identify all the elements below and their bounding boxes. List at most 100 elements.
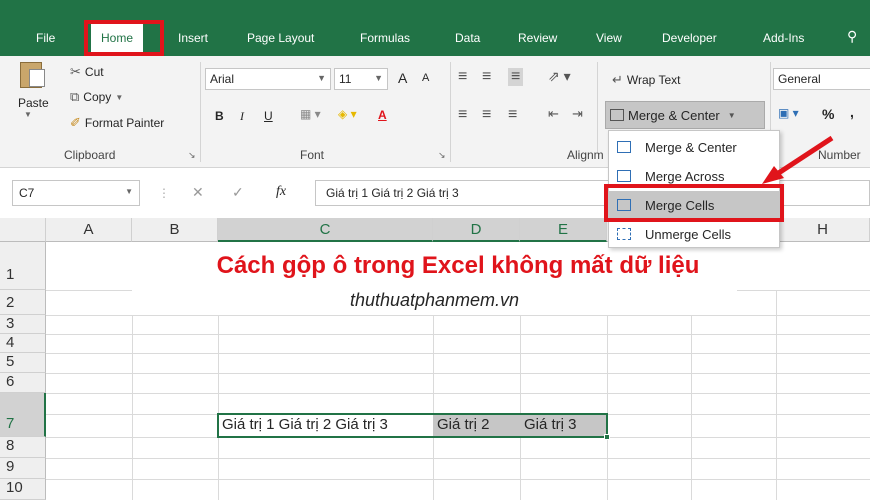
name-box[interactable]: C7 ▼ <box>12 180 140 206</box>
row-header[interactable]: 7 <box>0 393 46 437</box>
gridline <box>46 334 870 335</box>
menu-item-label: Merge & Center <box>645 139 737 155</box>
alignment-group-label: Alignm <box>567 148 604 162</box>
grow-font-button[interactable]: A <box>398 70 407 86</box>
select-all-corner[interactable] <box>0 218 46 242</box>
insert-function-icon[interactable]: fx <box>276 184 286 200</box>
home-tab-highlight-box <box>84 20 164 56</box>
comma-button[interactable]: , <box>850 104 854 120</box>
row-header[interactable]: 3 <box>0 315 46 334</box>
tab-view[interactable]: View <box>596 31 622 45</box>
format-painter-button[interactable]: ✐ Format Painter <box>70 115 164 131</box>
tab-formulas[interactable]: Formulas <box>360 31 410 45</box>
lightbulb-icon[interactable]: ⚲ <box>847 28 857 45</box>
tab-review[interactable]: Review <box>518 31 557 45</box>
decrease-indent-icon[interactable]: ⇤ <box>548 106 559 122</box>
merge-center-button[interactable]: Merge & Center ▼ <box>605 101 765 129</box>
formula-value: Giá trị 1 Giá trị 2 Giá trị 3 <box>326 186 459 200</box>
row-header[interactable]: 9 <box>0 458 46 479</box>
column-header[interactable]: A <box>46 218 132 242</box>
group-separator <box>597 62 598 152</box>
align-center-icon[interactable]: ≡ <box>482 106 491 124</box>
annotation-arrow-icon <box>762 135 834 184</box>
column-header[interactable]: E <box>520 218 607 242</box>
tab-page-layout[interactable]: Page Layout <box>247 31 314 45</box>
clipboard-icon <box>20 62 45 88</box>
column-header[interactable]: H <box>776 218 870 242</box>
gridline <box>46 373 870 374</box>
number-format-value: General <box>778 72 821 86</box>
wrap-text-icon: ↵ <box>612 72 623 87</box>
underline-button[interactable]: U <box>264 109 273 123</box>
gridline <box>46 479 870 480</box>
tab-data[interactable]: Data <box>455 31 480 45</box>
spreadsheet-grid: A B C D E F G H 1 2 3 4 5 6 7 8 9 10 Các… <box>0 218 870 500</box>
font-color-button[interactable]: A <box>378 108 387 122</box>
group-separator <box>200 62 201 162</box>
align-left-icon[interactable]: ≡ <box>458 106 467 124</box>
gridline <box>46 458 870 459</box>
increase-indent-icon[interactable]: ⇥ <box>572 106 583 122</box>
bold-button[interactable]: B <box>215 109 224 123</box>
tab-developer[interactable]: Developer <box>662 31 717 45</box>
column-header[interactable]: B <box>132 218 218 242</box>
paste-button[interactable]: Paste ▼ <box>18 62 49 119</box>
wrap-text-button[interactable]: ↵ Wrap Text <box>612 72 680 88</box>
align-right-icon[interactable]: ≡ <box>508 106 517 124</box>
enter-icon[interactable]: ✓ <box>232 184 244 201</box>
row-header[interactable]: 8 <box>0 437 46 458</box>
scissors-icon: ✂ <box>70 64 81 79</box>
row-header[interactable]: 10 <box>0 479 46 500</box>
merge-center-icon <box>610 109 624 121</box>
font-size-dropdown[interactable]: 11 ▼ <box>334 68 388 90</box>
chevron-down-icon: ▼ <box>374 73 383 83</box>
dialog-launcher-icon[interactable]: ↘ <box>438 150 446 161</box>
brush-icon: ✐ <box>70 115 81 130</box>
gridline <box>46 315 870 316</box>
menu-item-merge-center[interactable]: Merge & Center <box>609 133 779 161</box>
tab-insert[interactable]: Insert <box>178 31 208 45</box>
align-top-icon[interactable]: ≡ <box>458 68 467 86</box>
tab-add-ins[interactable]: Add-Ins <box>763 31 804 45</box>
font-name-dropdown[interactable]: Arial ▼ <box>205 68 331 90</box>
tab-file[interactable]: File <box>36 31 55 45</box>
cut-button[interactable]: ✂ Cut <box>70 64 104 80</box>
orientation-icon[interactable]: ⇗ ▾ <box>548 68 571 85</box>
menu-item-unmerge-cells[interactable]: Unmerge Cells <box>609 220 779 248</box>
borders-icon[interactable]: ▦ ▾ <box>300 107 321 121</box>
accounting-format-icon[interactable]: ▣ ▾ <box>778 106 799 120</box>
italic-button[interactable]: I <box>240 109 244 124</box>
group-separator <box>450 62 451 162</box>
font-name-value: Arial <box>210 72 235 86</box>
align-middle-icon[interactable]: ≡ <box>482 68 491 86</box>
dialog-launcher-icon[interactable]: ↘ <box>188 150 196 161</box>
percent-button[interactable]: % <box>822 106 834 122</box>
align-bottom-icon[interactable]: ≡ <box>508 68 524 86</box>
menu-item-label: Merge Across <box>645 168 725 184</box>
row-header[interactable]: 2 <box>0 290 46 315</box>
column-header[interactable]: C <box>218 218 433 242</box>
fill-color-icon[interactable]: ◈ ▾ <box>338 107 357 121</box>
sheet-title-cell[interactable]: Cách gộp ô trong Excel không mất dữ liệu <box>46 242 870 290</box>
cancel-icon[interactable]: ✕ <box>192 184 204 201</box>
fill-handle[interactable] <box>604 434 610 440</box>
shrink-font-button[interactable]: A <box>422 72 429 84</box>
name-box-value: C7 <box>19 186 35 200</box>
cut-label: Cut <box>84 65 104 79</box>
column-header[interactable]: D <box>433 218 520 242</box>
merge-center-label: Merge & Center <box>628 107 720 123</box>
sheet-subtitle-cell[interactable]: thuthuatphanmem.vn <box>132 290 737 315</box>
number-format-dropdown[interactable]: General <box>773 68 870 90</box>
row-header[interactable]: 6 <box>0 373 46 393</box>
gridline <box>46 353 870 354</box>
copy-icon: ⧉ <box>70 89 80 104</box>
copy-button[interactable]: ⧉ Copy ▼ <box>70 89 123 105</box>
merge-center-icon <box>617 141 631 153</box>
row-header[interactable]: 5 <box>0 353 46 373</box>
row-header[interactable]: 1 <box>0 242 46 290</box>
font-group-label: Font <box>300 148 325 162</box>
selection-range <box>217 413 608 438</box>
row-header[interactable]: 4 <box>0 334 46 353</box>
clipboard-group-label: Clipboard <box>64 148 116 162</box>
wrap-text-label: Wrap Text <box>626 73 681 87</box>
